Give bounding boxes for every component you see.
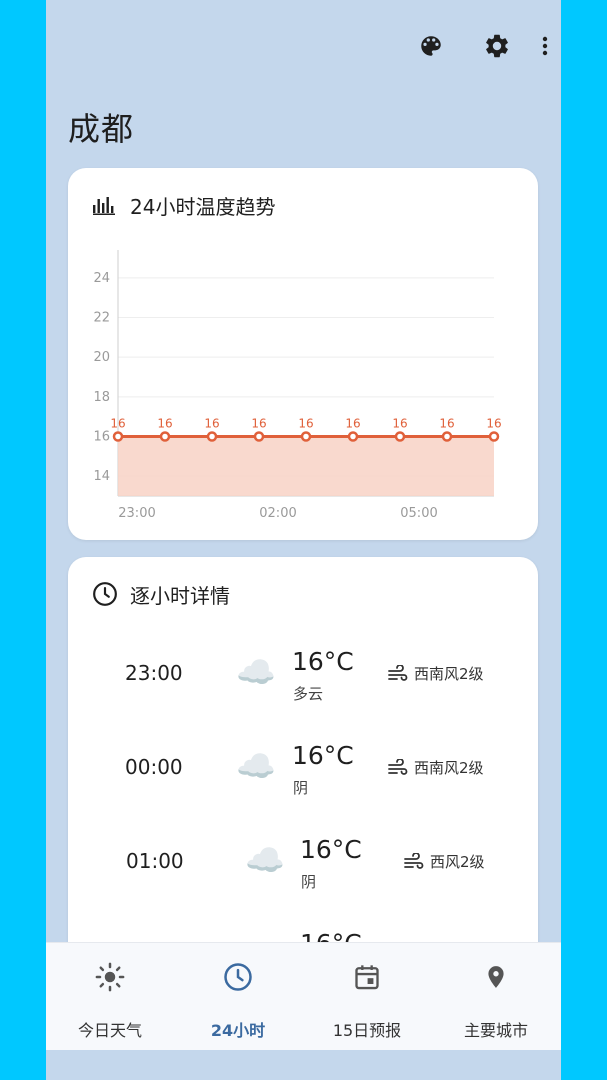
gesture-bar-area [46, 1050, 561, 1080]
hour-condition: 多云 [293, 685, 324, 703]
point-label: 16 [439, 417, 454, 431]
nav-item-today-weather[interactable]: 今日天气 [46, 943, 174, 1051]
nav-label: 15日预报 [332, 1021, 402, 1040]
temperature-point [441, 431, 453, 442]
temperature-point [394, 431, 406, 442]
point-label: 16 [110, 417, 125, 431]
hour-time: 00:00 [125, 755, 183, 779]
top-app-bar [361, 28, 561, 64]
hour-time: 01:00 [126, 849, 184, 873]
location-pin-icon [480, 961, 512, 993]
hour-temperature: 16°C [292, 647, 354, 676]
hourly-row: 23:00 ☁️ 16°C 多云 西南风2级 [68, 637, 538, 727]
hour-wind: 西南风2级 [388, 757, 484, 778]
point-label: 16 [486, 417, 501, 431]
wind-icon [404, 852, 424, 869]
nav-item-15-day-forecast[interactable]: 15日预报 [303, 943, 431, 1051]
hour-time: 23:00 [125, 661, 183, 685]
calendar-icon [351, 961, 383, 993]
temperature-point [159, 431, 171, 442]
temperature-point [206, 431, 218, 442]
details-card-header: 逐小时详情 [92, 579, 230, 609]
nav-item-major-cities[interactable]: 主要城市 [432, 943, 560, 1051]
temperature-point [300, 431, 312, 442]
y-tick-label: 20 [93, 350, 110, 365]
y-tick-label: 24 [93, 271, 110, 286]
wind-icon [388, 758, 408, 775]
app-screen: 成都 24小时温度趋势 24 22 20 18 16 14 16 16 16 16 16 16 16 16… [46, 0, 561, 1080]
hour-temperature: 16°C [292, 741, 354, 770]
clock-icon [92, 581, 118, 607]
x-tick-label: 05:00 [400, 506, 437, 521]
cloud-icon: ☁️ [245, 841, 285, 879]
sun-icon [94, 961, 126, 993]
cloud-icon: ☁️ [236, 747, 276, 785]
nav-label: 主要城市 [463, 1021, 528, 1040]
point-label: 16 [157, 417, 172, 431]
hour-wind: 西风2级 [404, 851, 485, 872]
temperature-chart: 24222018161416 16 16 16 16 16 16 16 1623:00 02:00… [93, 250, 502, 521]
point-label: 16 [251, 417, 266, 431]
cloud-icon: ☁️ [236, 653, 276, 691]
temperature-point [253, 431, 265, 442]
hourly-row: 00:00 ☁️ 16°C 阴 西南风2级 [68, 731, 538, 821]
x-tick-label: 02:00 [259, 506, 296, 521]
bottom-navigation: 今日天气 24小时 15日预报 主要城市 [46, 942, 561, 1051]
y-tick-label: 18 [93, 390, 110, 405]
wind-text: 西南风2级 [414, 759, 484, 777]
details-card-title: 逐小时详情 [130, 583, 230, 608]
clock-icon [222, 961, 254, 993]
hour-temperature: 16°C [300, 835, 362, 864]
nav-label: 今日天气 [77, 1021, 142, 1040]
x-tick-label: 23:00 [118, 506, 155, 521]
wind-text: 西南风2级 [414, 665, 484, 683]
hour-wind: 西南风2级 [388, 663, 484, 684]
point-label: 16 [392, 417, 407, 431]
wind-icon [388, 664, 408, 681]
point-label: 16 [345, 417, 360, 431]
temperature-area [118, 436, 494, 496]
more-vert-icon[interactable] [529, 30, 561, 62]
temperature-trend-card: 24小时温度趋势 24 22 20 18 16 14 16 16 16 16 16 16 16 16 16 2… [68, 168, 538, 540]
point-label: 16 [298, 417, 313, 431]
y-tick-label: 14 [93, 469, 110, 484]
city-title: 成都 [68, 110, 135, 148]
nav-item-24-hours[interactable]: 24小时 [174, 943, 302, 1051]
hour-condition: 阴 [293, 779, 309, 797]
temperature-point [112, 431, 124, 442]
temperature-point [347, 431, 359, 442]
gear-icon[interactable] [481, 30, 513, 62]
nav-label: 24小时 [210, 1021, 266, 1040]
point-label: 16 [204, 417, 219, 431]
y-tick-label: 16 [93, 430, 110, 445]
palette-icon[interactable] [415, 30, 447, 62]
y-tick-label: 22 [93, 311, 110, 326]
wind-text: 西风2级 [430, 853, 485, 871]
temperature-point [488, 431, 500, 442]
hour-condition: 阴 [301, 873, 317, 891]
hourly-row: 01:00 ☁️ 16°C 阴 西风2级 [68, 825, 538, 915]
